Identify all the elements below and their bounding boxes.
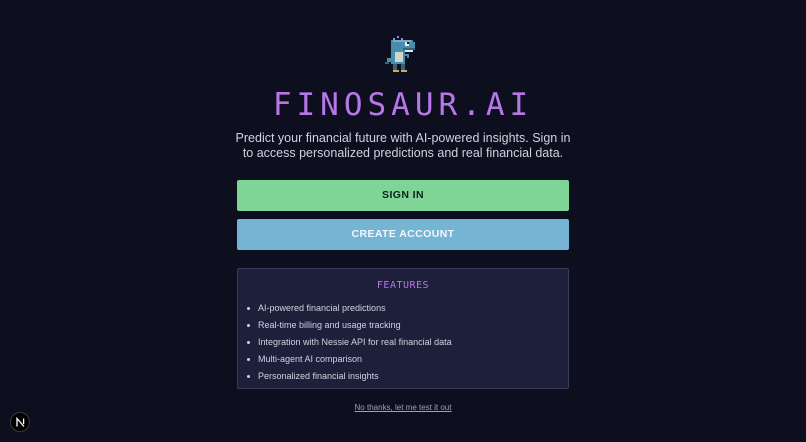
feature-item: Integration with Nessie API for real fin… (246, 334, 568, 351)
nextjs-dev-badge[interactable] (10, 412, 30, 432)
features-list: AI-powered financial predictions Real-ti… (238, 300, 568, 385)
landing-page: FINOSAUR.AI Predict your financial futur… (0, 0, 806, 442)
feature-item: Multi-agent AI comparison (246, 351, 568, 368)
feature-item: Personalized financial insights (246, 368, 568, 385)
skip-test-link[interactable]: No thanks, let me test it out (355, 403, 452, 412)
skip-link-container: No thanks, let me test it out (0, 403, 806, 413)
feature-item: Real-time billing and usage tracking (246, 317, 568, 334)
features-panel: FEATURES AI-powered financial prediction… (237, 268, 569, 389)
nextjs-logo-icon (16, 417, 25, 427)
tagline: Predict your financial future with AI-po… (235, 131, 571, 160)
pixel-dinosaur-icon (385, 36, 419, 74)
create-account-button[interactable]: CREATE ACCOUNT (237, 219, 569, 250)
sign-in-button[interactable]: SIGN IN (237, 180, 569, 211)
features-title: FEATURES (376, 280, 430, 291)
feature-item: AI-powered financial predictions (246, 300, 568, 317)
app-title: FINOSAUR.AI (272, 87, 534, 123)
